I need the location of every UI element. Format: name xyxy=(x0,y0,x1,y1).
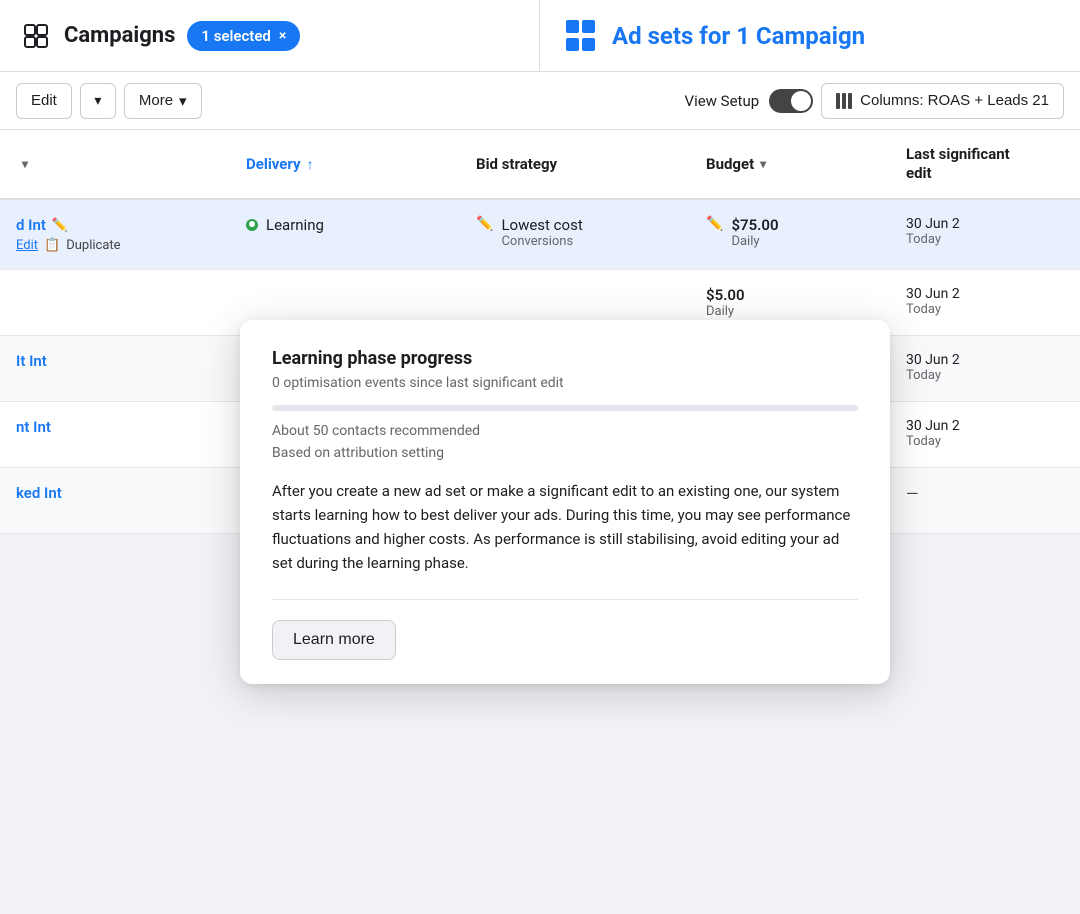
popup-overlay: Learning phase progress 0 optimisation e… xyxy=(0,0,1080,914)
popup-body-text: After you create a new ad set or make a … xyxy=(272,479,858,575)
popup-title: Learning phase progress xyxy=(272,348,858,369)
popup-progress-bar-bg xyxy=(272,405,858,411)
learning-phase-popup: Learning phase progress 0 optimisation e… xyxy=(240,320,890,684)
popup-recommendation-1: About 50 contacts recommended xyxy=(272,423,858,439)
learn-more-button[interactable]: Learn more xyxy=(272,620,396,660)
popup-subtitle: 0 optimisation events since last signifi… xyxy=(272,375,858,391)
popup-recommendation-2: Based on attribution setting xyxy=(272,445,858,461)
popup-divider xyxy=(272,599,858,600)
